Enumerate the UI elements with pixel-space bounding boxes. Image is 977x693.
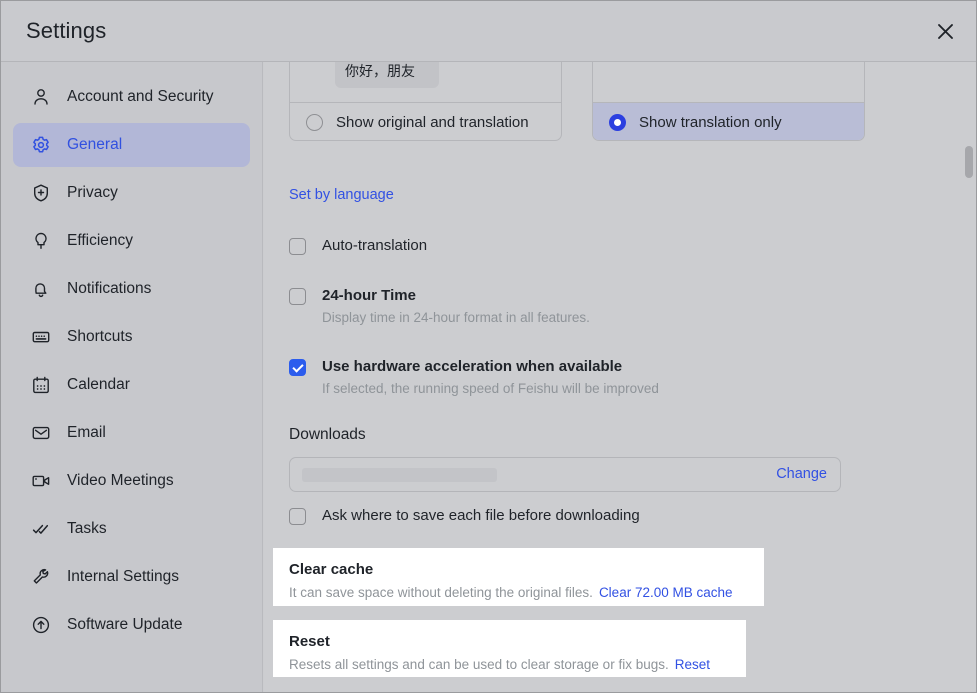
setting-label: Use hardware acceleration when available [322,357,659,377]
radio-show-translation-only[interactable] [609,114,626,131]
setting-label: Auto-translation [322,236,427,256]
page-title: Settings [26,18,106,44]
settings-window: Settings Account and Security [0,0,977,693]
setting-texts: Use hardware acceleration when available… [322,357,659,398]
reset-description-row: Resets all settings and can be used to c… [289,656,730,674]
setting-description: If selected, the running speed of Feishu… [322,380,659,398]
sidebar-item-software-update[interactable]: Software Update [13,603,250,647]
setting-texts: Ask where to save each file before downl… [322,506,640,526]
setting-label: Ask where to save each file before downl… [322,506,640,526]
gear-icon [30,134,52,156]
radio-show-original-and-translation[interactable] [306,114,323,131]
translation-option-show-original-and-translation[interactable]: 你好，朋友 Show original and translation [289,62,562,141]
sidebar-item-notifications[interactable]: Notifications [13,267,250,311]
sidebar-item-shortcuts[interactable]: Shortcuts [13,315,250,359]
clear-cache-description-row: It can save space without deleting the o… [289,584,748,602]
reset-button[interactable]: Reset [675,657,710,672]
wrench-icon [30,566,52,588]
sidebar-item-label: Video Meetings [67,472,174,490]
translation-option-footer[interactable]: Show translation only [593,102,864,141]
translation-display-options: 你好，朋友 Show original and translation [289,62,869,141]
settings-content-pane: 你好，朋友 Show original and translation [264,62,977,693]
setting-label: 24-hour Time [322,286,590,306]
sidebar-item-label: Tasks [67,520,107,538]
video-camera-icon [30,470,52,492]
setting-texts: Auto-translation [322,236,427,256]
sidebar-item-label: Efficiency [67,232,133,250]
close-icon [936,22,955,41]
radio-label: Show translation only [639,114,782,131]
sidebar-item-label: General [67,136,122,154]
translation-option-show-translation-only[interactable]: Show translation only [592,62,865,141]
close-button[interactable] [928,14,962,48]
sidebar-item-label: Software Update [67,616,182,634]
arrow-up-circle-icon [30,614,52,636]
checkbox-24-hour-time[interactable] [289,288,306,305]
sidebar-item-internal-settings[interactable]: Internal Settings [13,555,250,599]
sidebar-item-account-and-security[interactable]: Account and Security [13,75,250,119]
message-bubble: 你好，朋友 [335,62,439,88]
sidebar-item-tasks[interactable]: Tasks [13,507,250,551]
sidebar-item-label: Internal Settings [67,568,179,586]
sidebar-item-label: Email [67,424,106,442]
setting-row-auto-translation[interactable]: Auto-translation [289,236,427,256]
setting-row-ask-where-to-save[interactable]: Ask where to save each file before downl… [289,506,640,526]
reset-description: Resets all settings and can be used to c… [289,657,669,672]
translation-preview-original: 你好，朋友 [290,62,561,102]
sidebar-item-efficiency[interactable]: Efficiency [13,219,250,263]
translation-option-footer[interactable]: Show original and translation [290,102,561,141]
bell-icon [30,278,52,300]
setting-texts: 24-hour Time Display time in 24-hour for… [322,286,590,327]
clear-cache-description: It can save space without deleting the o… [289,585,593,600]
reset-card: Reset Resets all settings and can be use… [273,620,746,677]
sidebar-item-general[interactable]: General [13,123,250,167]
person-icon [30,86,52,108]
checkbox-ask-where-to-save[interactable] [289,508,306,525]
clear-cache-button[interactable]: Clear 72.00 MB cache [599,585,733,600]
sidebar-item-label: Privacy [67,184,118,202]
checkbox-auto-translation[interactable] [289,238,306,255]
double-check-icon [30,518,52,540]
lightbulb-icon [30,230,52,252]
calendar-icon [30,374,52,396]
download-path-field[interactable]: Change [289,457,841,492]
sidebar-item-label: Calendar [67,376,130,394]
translated-text: 你好，朋友 [345,62,429,81]
clear-cache-title: Clear cache [289,560,748,580]
setting-row-24-hour-time[interactable]: 24-hour Time Display time in 24-hour for… [289,286,590,327]
downloads-section-title: Downloads [289,426,366,444]
sidebar-item-label: Notifications [67,280,151,298]
sidebar-item-video-meetings[interactable]: Video Meetings [13,459,250,503]
change-download-path-button[interactable]: Change [776,466,827,482]
sidebar: Account and Security General Privacy [1,62,263,693]
shield-plus-icon [30,182,52,204]
titlebar: Settings [1,1,977,62]
set-by-language-link[interactable]: Set by language [289,187,394,203]
sidebar-item-privacy[interactable]: Privacy [13,171,250,215]
checkbox-hardware-acceleration[interactable] [289,359,306,376]
setting-row-hardware-acceleration[interactable]: Use hardware acceleration when available… [289,357,659,398]
keyboard-icon [30,326,52,348]
download-path-value [302,468,497,482]
envelope-icon [30,422,52,444]
content-scrollbar-thumb[interactable] [965,146,973,178]
radio-label: Show original and translation [336,114,529,131]
sidebar-item-email[interactable]: Email [13,411,250,455]
translation-preview-translation-only [593,62,864,102]
reset-title: Reset [289,632,730,652]
setting-description: Display time in 24-hour format in all fe… [322,309,590,327]
content-scrollbar-track[interactable] [965,63,973,692]
clear-cache-card: Clear cache It can save space without de… [273,548,764,606]
sidebar-item-calendar[interactable]: Calendar [13,363,250,407]
sidebar-item-label: Shortcuts [67,328,132,346]
sidebar-item-label: Account and Security [67,88,213,106]
